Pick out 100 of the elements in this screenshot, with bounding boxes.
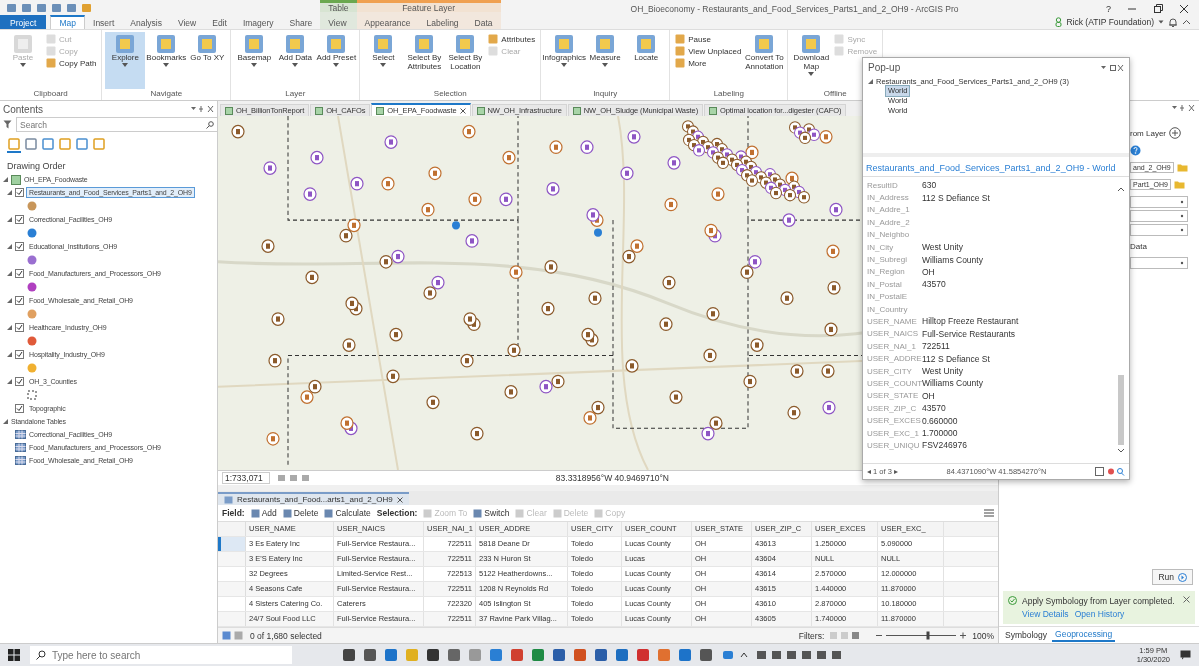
- search-field[interactable]: Search: [16, 117, 218, 132]
- ribbon-button[interactable]: View Unplaced: [675, 46, 742, 56]
- ribbon-button[interactable]: More: [675, 58, 742, 68]
- ribbon-button[interactable]: Add Data: [275, 32, 316, 89]
- view-icon[interactable]: [75, 137, 89, 151]
- toolbar-icon[interactable]: [66, 3, 77, 13]
- system-tray-icons[interactable]: [723, 650, 843, 660]
- taskbar-app-icon[interactable]: [447, 648, 461, 662]
- expanded-icon[interactable]: [7, 190, 12, 195]
- ribbon-tab[interactable]: Share: [281, 15, 321, 29]
- slider-thumb[interactable]: [926, 631, 930, 640]
- close-icon[interactable]: [459, 107, 466, 114]
- pane-options-icon[interactable]: [1171, 104, 1195, 112]
- ribbon-button[interactable]: Go To XY: [187, 32, 228, 89]
- add-icon[interactable]: [1169, 127, 1181, 139]
- taskbar-app-icon[interactable]: [552, 648, 566, 662]
- pane-options-icon[interactable]: [190, 105, 214, 113]
- ribbon-button[interactable]: Bookmarks: [146, 32, 187, 89]
- ribbon-tab[interactable]: Labeling: [418, 15, 467, 29]
- expanded-icon[interactable]: [3, 177, 8, 182]
- help-icon[interactable]: [1130, 145, 1141, 156]
- table-tab[interactable]: Restaurants_and_Food...arts1_and_2_OH9: [218, 492, 409, 505]
- ribbon-button[interactable]: Add Preset: [316, 32, 357, 89]
- ribbon-tab[interactable]: Analysis: [122, 15, 170, 29]
- dropdown-field[interactable]: [1130, 210, 1188, 222]
- ribbon-tab[interactable]: Map: [50, 15, 85, 29]
- checkbox[interactable]: [15, 350, 24, 359]
- toolbar-icon[interactable]: [6, 3, 17, 13]
- popup-tools-icon[interactable]: [1095, 467, 1125, 476]
- checkbox[interactable]: [15, 242, 24, 251]
- checkbox[interactable]: [15, 377, 24, 386]
- table-tool-button[interactable]: Switch: [473, 508, 510, 518]
- pane-tab[interactable]: Symbology: [1002, 628, 1051, 642]
- popup-header-link[interactable]: Restaurants_and_Food_Services_Parts1_and_2_OH9 - World: [863, 157, 1129, 177]
- expanded-icon[interactable]: [7, 298, 12, 303]
- table-tool-button[interactable]: Delete: [282, 508, 319, 518]
- restore-icon[interactable]: [1153, 3, 1163, 14]
- menu-icon[interactable]: [984, 509, 994, 517]
- ribbon-button[interactable]: Copy Path: [46, 58, 97, 68]
- help-button[interactable]: ?: [1106, 3, 1111, 14]
- toolbar-icon[interactable]: [21, 3, 32, 13]
- ribbon-button[interactable]: Select: [363, 32, 404, 89]
- ribbon-tab[interactable]: Imagery: [234, 15, 282, 29]
- expanded-icon[interactable]: [7, 325, 12, 330]
- collapse-icon[interactable]: [1182, 17, 1191, 27]
- ribbon-tab[interactable]: Appearance: [356, 15, 419, 29]
- ribbon-tab[interactable]: View: [169, 15, 205, 29]
- taskbar-app-icon[interactable]: [426, 648, 440, 662]
- ribbon-button[interactable]: Attributes: [488, 34, 536, 44]
- view-icon[interactable]: [24, 137, 38, 151]
- toolbar-icon[interactable]: [36, 3, 47, 13]
- project-tab[interactable]: Project: [0, 15, 47, 29]
- link[interactable]: Open History: [1074, 609, 1125, 619]
- ribbon-tab[interactable]: Edit: [204, 15, 235, 29]
- bell-icon[interactable]: [1168, 17, 1178, 27]
- ribbon-button[interactable]: Infographics: [544, 32, 585, 89]
- expanded-icon[interactable]: [7, 244, 12, 249]
- ribbon-button[interactable]: Download Map: [791, 32, 832, 89]
- checkbox[interactable]: [15, 215, 24, 224]
- view-icon[interactable]: [41, 137, 55, 151]
- notifications-icon[interactable]: [1180, 650, 1191, 660]
- table-tool-button[interactable]: Add: [250, 508, 277, 518]
- close-icon[interactable]: [1179, 3, 1189, 14]
- expanded-icon[interactable]: [7, 379, 12, 384]
- user-menu[interactable]: Rick (ATIP Foundation): [1066, 17, 1154, 27]
- checkbox[interactable]: [15, 404, 24, 413]
- filter-icon[interactable]: [3, 120, 12, 129]
- checkbox[interactable]: [15, 188, 24, 197]
- ribbon-tab[interactable]: Insert: [85, 15, 123, 29]
- taskbar-app-icon[interactable]: [594, 648, 608, 662]
- expanded-icon[interactable]: [7, 271, 12, 276]
- table-tool-button[interactable]: Calculate: [324, 508, 371, 518]
- checkbox[interactable]: [15, 269, 24, 278]
- ribbon-button[interactable]: Select By Attributes: [404, 32, 445, 89]
- expanded-icon[interactable]: [7, 217, 12, 222]
- view-icon[interactable]: [7, 137, 21, 153]
- ribbon-button[interactable]: Convert To Annotation: [744, 32, 785, 89]
- dropdown-field[interactable]: [1130, 257, 1188, 269]
- toolbar-icon[interactable]: [51, 3, 62, 13]
- dropdown-field[interactable]: [1130, 196, 1188, 208]
- close-icon[interactable]: [1183, 596, 1190, 603]
- pane-options-icon[interactable]: [1100, 63, 1124, 72]
- dropdown-field[interactable]: [1130, 224, 1188, 236]
- row-header[interactable]: [218, 537, 246, 551]
- expanded-icon[interactable]: [7, 352, 12, 357]
- link[interactable]: View Details: [1022, 609, 1069, 619]
- taskbar-app-icon[interactable]: [363, 648, 377, 662]
- ribbon-button[interactable]: Pause: [675, 34, 742, 44]
- windows-start-icon[interactable]: [8, 649, 20, 661]
- zoom-level[interactable]: 100%: [972, 630, 994, 641]
- ribbon-button[interactable]: Measure: [585, 32, 626, 89]
- ribbon-button[interactable]: Basemap: [234, 32, 275, 89]
- expanded-icon[interactable]: [868, 79, 873, 84]
- zoom-slider[interactable]: [876, 631, 967, 640]
- expanded-icon[interactable]: [3, 419, 8, 424]
- ribbon-button[interactable]: Explore: [105, 32, 146, 89]
- ribbon-tab[interactable]: Data: [466, 15, 501, 29]
- scrollbar[interactable]: [1117, 185, 1125, 455]
- taskbar-search-field[interactable]: Type here to search: [30, 646, 292, 664]
- taskbar-app-icon[interactable]: [342, 648, 356, 662]
